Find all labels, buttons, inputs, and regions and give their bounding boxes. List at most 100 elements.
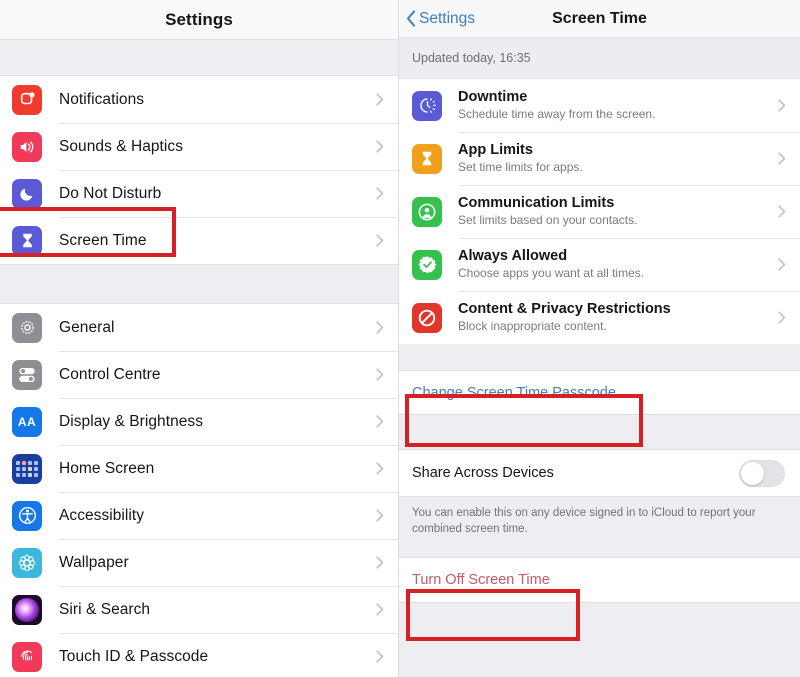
back-button-label: Settings [419,9,476,27]
list-item-title: Content & Privacy Restrictions [458,301,671,318]
screen-time-icon [12,225,42,256]
sidebar-item-label: Notifications [59,90,145,108]
sidebar-item-screen-time[interactable]: Screen Time [0,217,398,264]
downtime-icon [412,90,442,121]
screen-time-panel: Settings Screen Time Updated today, 16:3… [399,0,800,677]
screen-time-nav-bar: Settings Screen Time [399,0,800,38]
sidebar-item-general[interactable]: General [0,304,398,351]
list-item-texts: Downtime Schedule time away from the scr… [458,88,778,123]
screen-time-features-group: Downtime Schedule time away from the scr… [399,79,800,344]
sidebar-item-display-brightness[interactable]: AA Display & Brightness [0,398,398,445]
sidebar-item-label: Sounds & Haptics [59,137,184,155]
settings-panel: Settings Notifications Sounds & Haptics [0,0,399,677]
list-item-title: Always Allowed [458,248,568,265]
chevron-right-icon [376,415,384,428]
list-item-subtitle: Schedule time away from the screen. [458,107,656,122]
list-item-texts: App Limits Set time limits for apps. [458,141,778,176]
spacer-before-turn-off [399,547,800,557]
settings-nav-bar: Settings [0,0,398,40]
control-centre-icon [12,359,42,390]
list-item-title: App Limits [458,142,533,159]
home-screen-icon [12,453,42,484]
turn-off-label: Turn Off Screen Time [412,571,550,588]
spacer-bottom [399,602,800,643]
chevron-right-icon [778,99,786,112]
general-gear-icon [12,312,42,343]
sidebar-item-siri-search[interactable]: Siri & Search [0,586,398,633]
chevron-left-icon [406,10,416,27]
spacer-after-passcode [399,415,800,449]
list-item-texts: Content & Privacy Restrictions Block ina… [458,300,778,335]
chevron-right-icon [778,311,786,324]
toggle-knob [741,461,764,485]
sidebar-item-label: Display & Brightness [59,412,204,430]
list-item-texts: Communication Limits Set limits based on… [458,194,778,229]
touch-id-passcode-icon [12,641,42,672]
list-item-texts: Always Allowed Choose apps you want at a… [458,247,778,282]
sidebar-item-wallpaper[interactable]: Wallpaper [0,539,398,586]
settings-group-2: General Control Centre AA Display & Brig… [0,303,398,677]
list-item-title: Communication Limits [458,195,615,212]
sidebar-item-label: Control Centre [59,365,161,383]
notifications-icon [12,84,42,115]
settings-group-1: Notifications Sounds & Haptics Do Not Di… [0,75,398,265]
do-not-disturb-icon [12,178,42,209]
chevron-right-icon [376,234,384,247]
chevron-right-icon [376,650,384,663]
page-title: Settings [165,9,233,29]
sidebar-item-label: General [59,318,115,336]
share-across-devices-toggle[interactable] [739,459,785,487]
sidebar-item-accessibility[interactable]: Accessibility [0,492,398,539]
chevron-right-icon [778,205,786,218]
settings-group-gap-top [0,40,398,75]
accessibility-icon [12,500,42,531]
updated-timestamp: Updated today, 16:35 [412,51,531,65]
sidebar-item-control-centre[interactable]: Control Centre [0,351,398,398]
change-screen-time-passcode-button[interactable]: Change Screen Time Passcode [399,370,800,415]
list-item-communication-limits[interactable]: Communication Limits Set limits based on… [399,185,800,238]
list-item-subtitle: Set time limits for apps. [458,160,583,175]
sidebar-item-label: Screen Time [59,231,147,249]
turn-off-screen-time-button[interactable]: Turn Off Screen Time [399,556,800,603]
wallpaper-icon [12,547,42,578]
chevron-right-icon [778,152,786,165]
sounds-haptics-icon [12,131,42,162]
aa-glyph: AA [17,414,37,429]
chevron-right-icon [376,368,384,381]
sidebar-item-label: Accessibility [59,506,145,524]
change-passcode-label: Change Screen Time Passcode [412,384,616,401]
share-across-devices-footnote: You can enable this on any device signed… [399,497,800,548]
list-item-subtitle: Set limits based on your contacts. [458,213,638,228]
siri-orb-glyph [15,597,39,622]
list-item-always-allowed[interactable]: Always Allowed Choose apps you want at a… [399,238,800,291]
sidebar-item-touch-id-passcode[interactable]: Touch ID & Passcode [0,633,398,677]
share-across-devices-row[interactable]: Share Across Devices [399,449,800,497]
app-limits-icon [412,143,442,174]
list-item-content-privacy-restrictions[interactable]: Content & Privacy Restrictions Block ina… [399,291,800,344]
chevron-right-icon [376,187,384,200]
sidebar-item-label: Do Not Disturb [59,184,162,202]
sidebar-item-do-not-disturb[interactable]: Do Not Disturb [0,170,398,217]
list-item-title: Downtime [458,89,528,106]
siri-search-icon [12,594,42,625]
chevron-right-icon [778,258,786,271]
share-across-devices-label: Share Across Devices [412,465,554,481]
list-item-app-limits[interactable]: App Limits Set time limits for apps. [399,132,800,185]
sidebar-item-label: Home Screen [59,459,155,477]
sidebar-item-home-screen[interactable]: Home Screen [0,445,398,492]
back-button[interactable]: Settings [406,10,475,28]
chevron-right-icon [376,321,384,334]
display-brightness-icon: AA [12,406,42,437]
sidebar-item-sounds-haptics[interactable]: Sounds & Haptics [0,123,398,170]
chevron-right-icon [376,556,384,569]
app-grid-glyph [16,460,38,477]
sidebar-item-label: Touch ID & Passcode [59,647,209,665]
list-item-subtitle: Block inappropriate content. [458,319,607,334]
list-item-downtime[interactable]: Downtime Schedule time away from the scr… [399,79,800,132]
chevron-right-icon [376,93,384,106]
sidebar-item-notifications[interactable]: Notifications [0,76,398,123]
chevron-right-icon [376,140,384,153]
always-allowed-icon [412,249,442,280]
spacer-after-features [399,344,800,370]
sidebar-item-label: Siri & Search [59,600,151,618]
